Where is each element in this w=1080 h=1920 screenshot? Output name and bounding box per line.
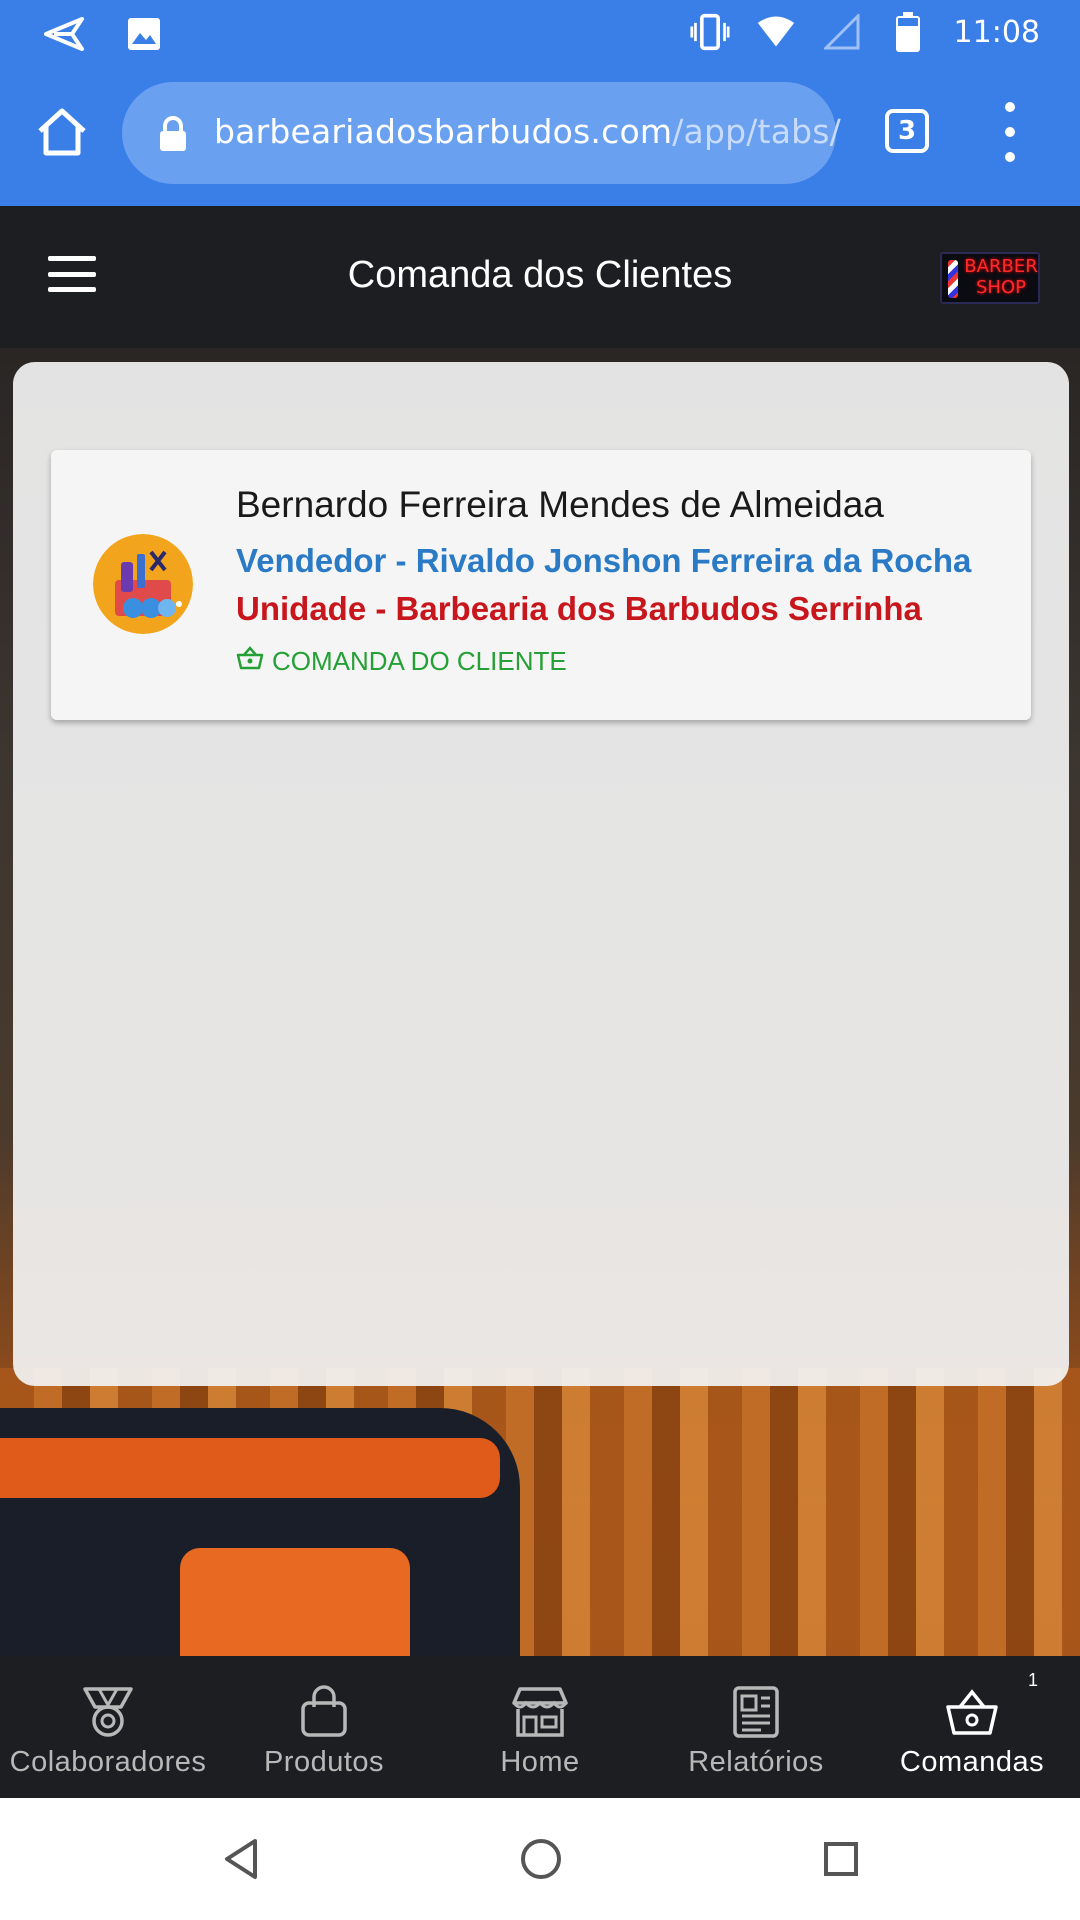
tab-relatorios[interactable]: Relatórios (648, 1656, 864, 1798)
system-navigation-bar (0, 1798, 1080, 1920)
tab-produtos[interactable]: Produtos (216, 1656, 432, 1798)
tab-switcher-button[interactable]: 3 (885, 109, 929, 153)
battery-icon (888, 12, 928, 52)
tab-home[interactable]: Home (432, 1656, 648, 1798)
image-icon (124, 14, 164, 54)
home-icon[interactable] (30, 100, 94, 164)
page-title: Comanda dos Clientes (347, 254, 733, 296)
barber-tools-icon (93, 534, 193, 634)
signal-icon (822, 12, 862, 52)
send-icon (44, 14, 84, 54)
wifi-icon (756, 12, 796, 52)
home-circle-icon[interactable] (518, 1836, 564, 1882)
newspaper-icon (728, 1684, 784, 1740)
basket-icon (236, 646, 264, 677)
more-options-icon[interactable] (995, 102, 1025, 162)
recents-icon[interactable] (818, 1836, 864, 1882)
lock-icon (158, 116, 188, 152)
status-bar: 11:08 (0, 0, 1080, 64)
unit-label: Unidade - Barbearia dos Barbudos Serrinh… (236, 590, 922, 627)
storefront-icon (512, 1684, 568, 1740)
back-icon[interactable] (218, 1836, 264, 1882)
tab-label: Colaboradores (9, 1746, 207, 1778)
comanda-panel: Bernardo Ferreira Mendes de Almeidaa Ven… (13, 362, 1069, 1386)
medal-icon (80, 1684, 136, 1740)
address-bar[interactable]: barbeariadosbarbudos.com/app/tabs/ (122, 82, 841, 184)
seller-label: Vendedor - Rivaldo Jonshon Ferreira da R… (236, 542, 972, 579)
tab-label: Comandas (899, 1746, 1045, 1778)
vibrate-icon (689, 12, 730, 52)
barber-pole-icon (948, 260, 958, 298)
shopping-bag-icon (296, 1684, 352, 1740)
tab-colaboradores[interactable]: Colaboradores (0, 1656, 216, 1798)
tab-comandas[interactable]: Comandas 1 (864, 1656, 1080, 1798)
url-host: barbeariadosbarbudos.com (214, 112, 673, 151)
comanda-tag: COMANDA DO CLIENTE (236, 646, 567, 677)
logo-text: BARBER SHOP (964, 256, 1038, 298)
tab-label: Relatórios (688, 1746, 824, 1778)
basket-icon (944, 1684, 1000, 1740)
url-text: barbeariadosbarbudos.com/app/tabs/ (214, 112, 841, 151)
url-path: /app/tabs/ (672, 112, 841, 151)
comanda-list-item[interactable]: Bernardo Ferreira Mendes de Almeidaa Ven… (51, 450, 1031, 720)
tab-label: Produtos (263, 1746, 385, 1778)
count-badge: 1 (1027, 1670, 1038, 1690)
browser-toolbar: barbeariadosbarbudos.com/app/tabs/ 3 (0, 64, 1080, 206)
app-header: Comanda dos Clientes BARBER SHOP (0, 206, 1080, 348)
barber-shop-logo: BARBER SHOP (940, 252, 1040, 304)
tab-label: Home (500, 1746, 580, 1778)
clock: 11:08 (953, 14, 1040, 50)
client-name: Bernardo Ferreira Mendes de Almeidaa (236, 484, 884, 525)
comanda-tag-label: COMANDA DO CLIENTE (272, 646, 567, 676)
bottom-tab-bar: Colaboradores Produtos Home Relatórios C… (0, 1656, 1080, 1798)
